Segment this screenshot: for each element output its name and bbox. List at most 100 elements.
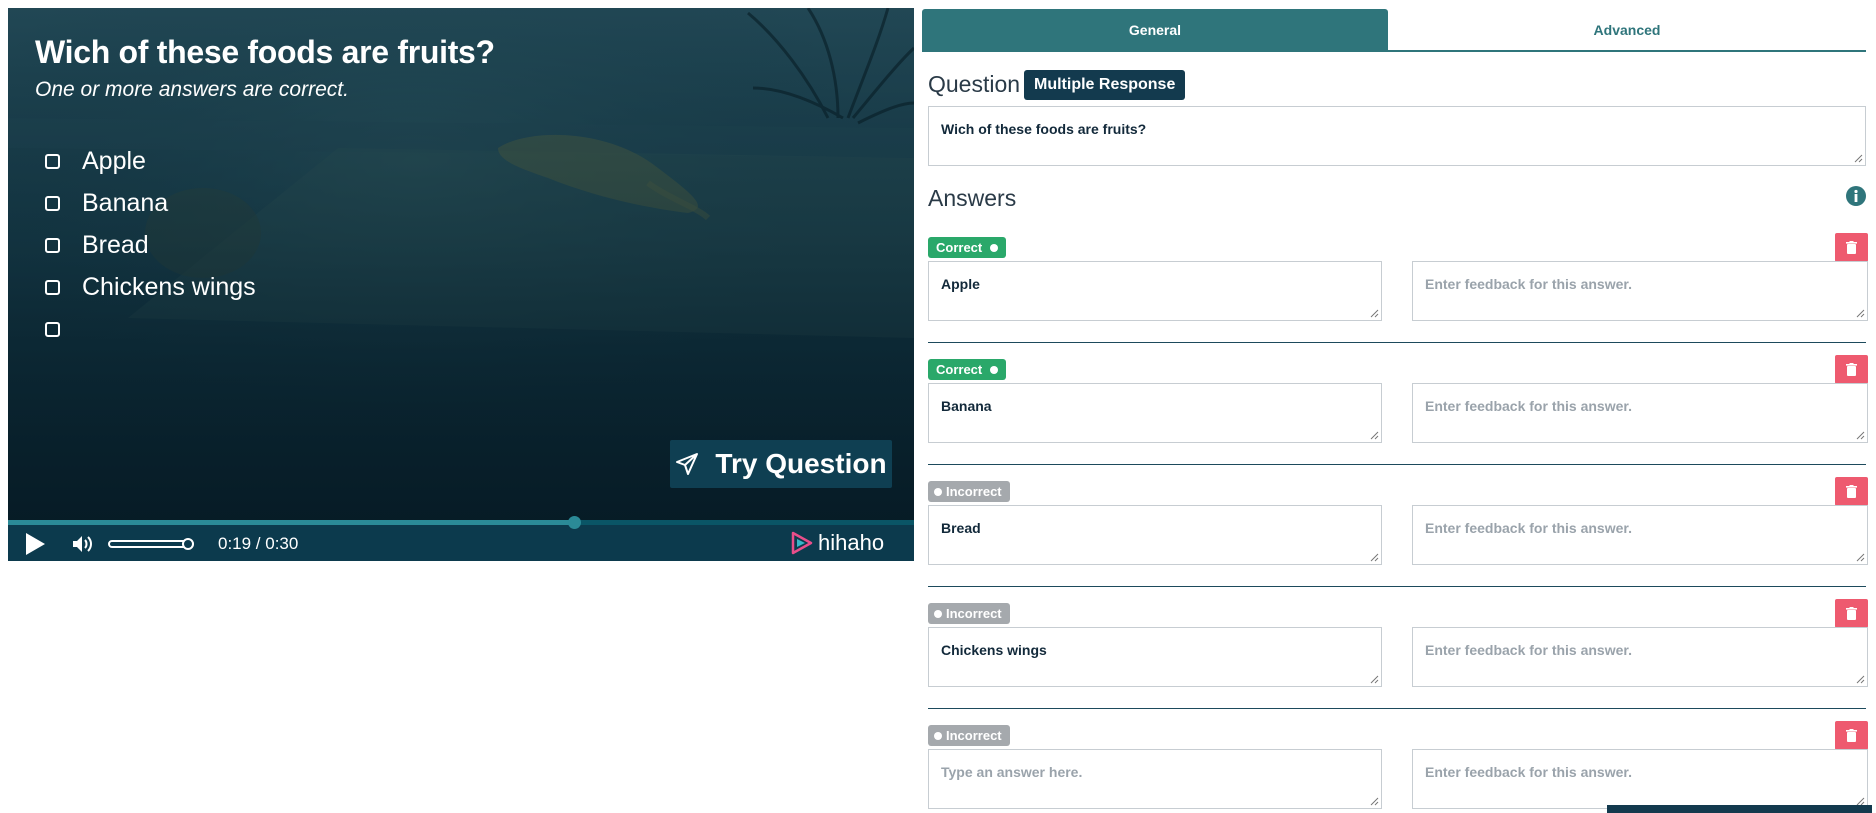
incorrect-toggle[interactable]: Incorrect (928, 481, 1010, 502)
correct-toggle[interactable]: Correct (928, 237, 1007, 258)
delete-answer-button[interactable] (1835, 233, 1868, 262)
resize-handle-icon[interactable] (1369, 308, 1379, 318)
paper-plane-icon (676, 453, 699, 475)
delete-answer-button[interactable] (1835, 599, 1868, 628)
checkbox[interactable] (45, 195, 60, 211)
info-icon[interactable] (1845, 185, 1867, 207)
progress-fill (8, 520, 575, 525)
feedback-input[interactable]: Enter feedback for this answer. (1412, 261, 1868, 321)
volume-slider[interactable] (108, 538, 194, 550)
answer-divider (928, 586, 1866, 587)
feedback-placeholder: Enter feedback for this answer. (1425, 276, 1632, 292)
feedback-input[interactable]: Enter feedback for this answer. (1412, 383, 1868, 443)
question-editor: General Advanced Question Multiple Respo… (922, 0, 1872, 813)
answer-divider (928, 342, 1866, 343)
incorrect-toggle[interactable]: Incorrect (928, 725, 1010, 746)
toggle-dot-icon (990, 243, 999, 252)
trash-icon (1846, 485, 1857, 498)
question-title: Wich of these foods are fruits? (35, 34, 495, 70)
feedback-input[interactable]: Enter feedback for this answer. (1412, 627, 1868, 687)
brand-logo[interactable]: hihaho (790, 530, 884, 556)
question-subtitle: One or more answers are correct. (35, 78, 349, 101)
question-label: Question (928, 71, 1021, 97)
volume-handle[interactable] (182, 538, 194, 550)
answer-status-label: Incorrect (946, 606, 1002, 621)
progress-bar[interactable] (8, 516, 914, 529)
answer-text-input[interactable]: Type an answer here. (928, 749, 1382, 809)
try-question-button[interactable]: Try Question (670, 440, 892, 488)
toggle-dot-icon (934, 609, 942, 618)
brand-name: hihaho (818, 530, 885, 555)
resize-handle-icon[interactable] (1369, 552, 1379, 562)
trash-icon (1846, 241, 1857, 254)
question-type-badge: Multiple Response (1024, 70, 1186, 100)
time-display: 0:19 / 0:30 (218, 534, 299, 553)
answer-text-input[interactable]: Bread (928, 505, 1382, 565)
hihaho-logo-icon (791, 531, 813, 555)
checkbox[interactable] (45, 237, 60, 253)
save-bar[interactable] (1607, 805, 1872, 813)
resize-handle-icon[interactable] (1855, 674, 1865, 684)
incorrect-toggle[interactable]: Incorrect (928, 603, 1010, 624)
resize-handle-icon[interactable] (1369, 430, 1379, 440)
answer-option[interactable]: Banana (36, 182, 256, 224)
answer-option[interactable]: Chickens wings (36, 266, 256, 308)
feedback-input[interactable]: Enter feedback for this answer. (1412, 749, 1868, 809)
trash-icon (1846, 607, 1857, 620)
checkbox[interactable] (45, 153, 60, 169)
resize-handle-icon[interactable] (1369, 796, 1379, 806)
delete-answer-button[interactable] (1835, 477, 1868, 506)
answer-status-label: Correct (936, 240, 983, 255)
answer-option[interactable]: Apple (36, 140, 256, 182)
answer-divider (928, 464, 1866, 465)
toggle-dot-icon (934, 487, 942, 496)
trash-icon (1846, 729, 1857, 742)
answer-text-input[interactable]: Chickens wings (928, 627, 1382, 687)
checkbox[interactable] (45, 279, 60, 295)
tab-general[interactable]: General (922, 9, 1388, 50)
toggle-dot-icon (934, 731, 942, 740)
answer-option[interactable]: Bread (36, 224, 256, 266)
play-icon[interactable] (24, 532, 46, 556)
correct-toggle[interactable]: Correct (928, 359, 1007, 380)
answer-text-input[interactable]: Banana (928, 383, 1382, 443)
answer-option-label: Banana (82, 188, 169, 217)
feedback-placeholder: Enter feedback for this answer. (1425, 764, 1632, 780)
volume-icon[interactable] (71, 534, 95, 554)
answer-text-value: Chickens wings (941, 642, 1047, 658)
answer-text-value: Banana (941, 398, 992, 414)
resize-handle-icon[interactable] (1853, 153, 1863, 163)
try-question-label: Try Question (715, 448, 887, 479)
player-controls: 0:19 / 0:30 hihaho (8, 516, 914, 561)
delete-answer-button[interactable] (1835, 721, 1868, 750)
answer-option[interactable] (36, 308, 256, 350)
answer-option-label: Chickens wings (82, 272, 256, 301)
question-text-input[interactable]: Wich of these foods are fruits? (928, 106, 1866, 166)
answer-placeholder: Type an answer here. (941, 764, 1083, 780)
feedback-input[interactable]: Enter feedback for this answer. (1412, 505, 1868, 565)
editor-tabs: General Advanced (922, 9, 1866, 52)
progress-handle[interactable] (568, 516, 582, 529)
toggle-dot-icon (990, 365, 999, 374)
resize-handle-icon[interactable] (1855, 308, 1865, 318)
answer-text-input[interactable]: Apple (928, 261, 1382, 321)
answers-label: Answers (928, 185, 1017, 211)
answer-status-label: Correct (936, 362, 983, 377)
question-text-value: Wich of these foods are fruits? (941, 121, 1147, 137)
video-player[interactable]: Wich of these foods are fruits? One or m… (8, 8, 914, 561)
answer-option-label: Apple (82, 146, 146, 175)
checkbox[interactable] (45, 321, 60, 337)
feedback-placeholder: Enter feedback for this answer. (1425, 520, 1632, 536)
trash-icon (1846, 363, 1857, 376)
resize-handle-icon[interactable] (1855, 430, 1865, 440)
delete-answer-button[interactable] (1835, 355, 1868, 384)
resize-handle-icon[interactable] (1369, 674, 1379, 684)
tab-advanced[interactable]: Advanced (1388, 9, 1866, 50)
feedback-placeholder: Enter feedback for this answer. (1425, 398, 1632, 414)
answer-text-value: Bread (941, 520, 981, 536)
answer-options: Apple Banana Bread Chickens wings (36, 140, 256, 350)
answer-divider (928, 708, 1866, 709)
feedback-placeholder: Enter feedback for this answer. (1425, 642, 1632, 658)
resize-handle-icon[interactable] (1855, 552, 1865, 562)
answer-text-value: Apple (941, 276, 980, 292)
